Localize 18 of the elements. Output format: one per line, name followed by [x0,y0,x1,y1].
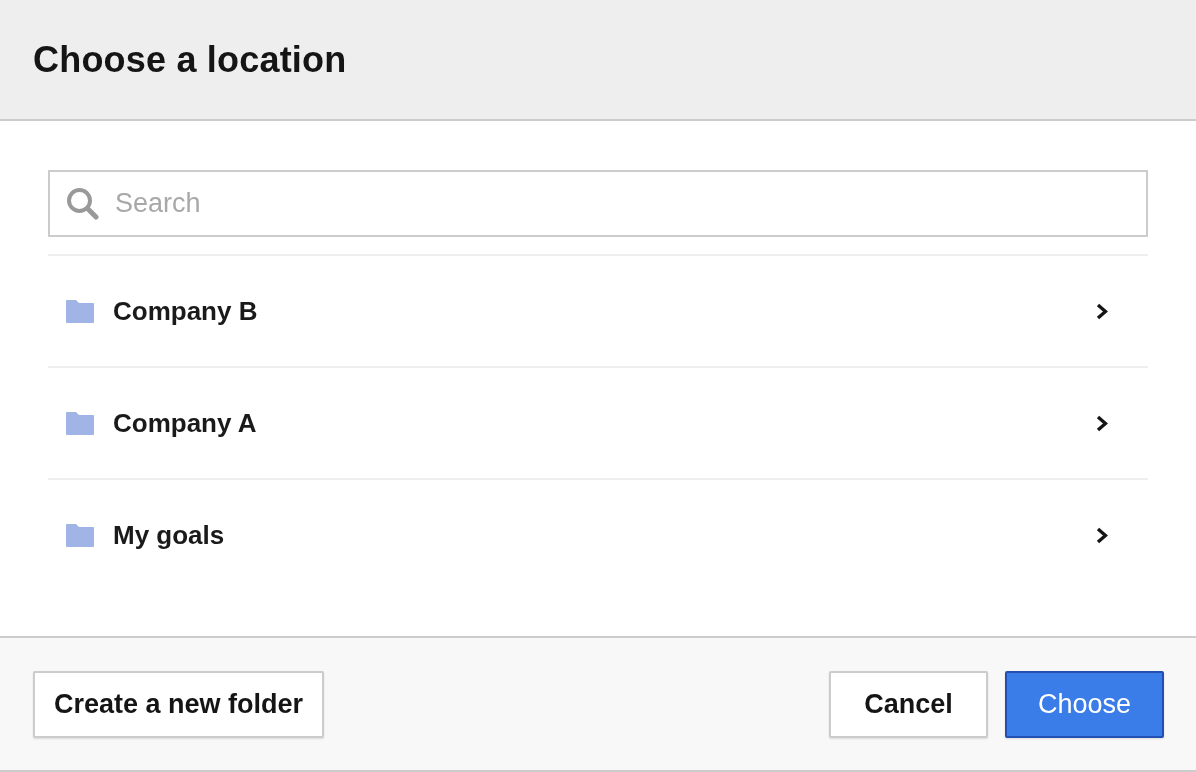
search-icon [66,187,99,220]
folder-icon [66,299,94,323]
create-folder-button[interactable]: Create a new folder [33,670,325,738]
chevron-right-icon [1096,414,1108,432]
dialog-title: Choose a location [33,38,347,81]
cancel-button[interactable]: Cancel [829,670,988,738]
folder-row[interactable]: Company B [48,254,1148,366]
folder-name: Company B [113,295,258,327]
folder-icon [66,411,94,435]
chevron-right-icon [1096,302,1108,320]
folder-icon [66,523,94,547]
folder-name: Company A [113,407,257,439]
search-field[interactable]: Search [48,170,1148,237]
folder-row[interactable]: Company A [48,366,1148,478]
folder-name: My goals [113,519,225,551]
chevron-right-icon [1096,526,1108,544]
folder-row[interactable]: My goals [48,478,1148,590]
choose-button[interactable]: Choose [1005,670,1164,738]
